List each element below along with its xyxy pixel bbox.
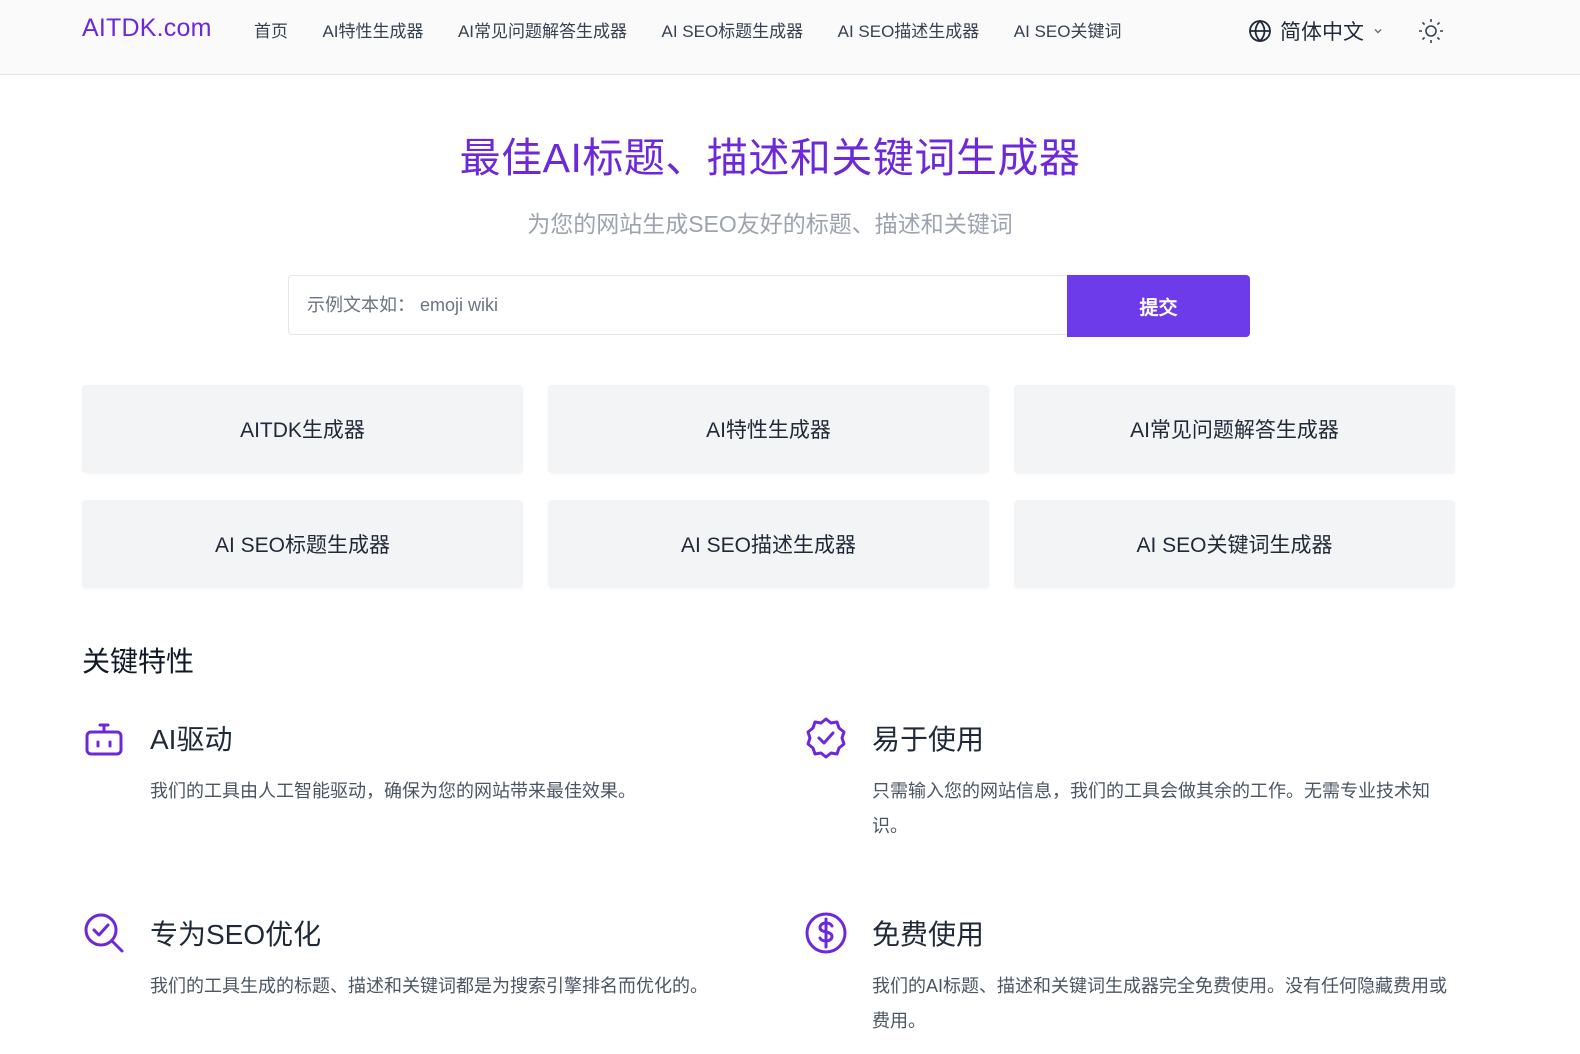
- nav-item-seo-description-generator[interactable]: AI SEO描述生成器: [838, 18, 980, 46]
- page-subtitle: 为您的网站生成SEO友好的标题、描述和关键词: [527, 211, 1013, 237]
- feature-title: 免费使用: [872, 919, 985, 950]
- nav-item-seo-keyword-generator[interactable]: AI SEO关键词: [1014, 18, 1122, 46]
- card-seo-description-generator[interactable]: AI SEO描述生成器: [548, 500, 989, 588]
- search-form: 提交: [288, 275, 1250, 337]
- card-seo-keyword-generator[interactable]: AI SEO关键词生成器: [1014, 500, 1455, 588]
- site-header: AITDK.com 首页 AI特性生成器 AI常见问题解答生成器 AI SEO标…: [0, 0, 1580, 75]
- card-seo-title-generator[interactable]: AI SEO标题生成器: [82, 500, 523, 588]
- feature-description: 我们的工具由人工智能驱动，确保为您的网站带来最佳效果。: [150, 781, 636, 801]
- submit-button[interactable]: 提交: [1067, 275, 1250, 337]
- sun-icon[interactable]: [1416, 16, 1446, 46]
- nav-item-feature-generator[interactable]: AI特性生成器: [322, 18, 423, 46]
- card-faq-generator[interactable]: AI常见问题解答生成器: [1014, 385, 1455, 473]
- search-check-icon: [84, 913, 124, 953]
- dollar-icon: [805, 912, 847, 954]
- language-label: 简体中文: [1280, 21, 1364, 44]
- chevron-down-icon: [1374, 28, 1382, 34]
- robot-icon: [85, 723, 123, 756]
- feature-description: 我们的AI标题、描述和关键词生成器完全免费使用。没有任何隐藏费用或费用。: [872, 976, 1448, 1031]
- search-input[interactable]: [288, 275, 1067, 335]
- language-selector[interactable]: 简体中文: [1248, 16, 1384, 46]
- feature-title: 易于使用: [872, 724, 985, 755]
- card-aitdk-generator[interactable]: AITDK生成器: [82, 385, 523, 473]
- page-title: 最佳AI标题、描述和关键词生成器: [459, 135, 1081, 181]
- feature-title: AI驱动: [150, 724, 233, 755]
- main-nav: 首页 AI特性生成器 AI常见问题解答生成器 AI SEO标题生成器 AI SE…: [254, 18, 1218, 46]
- site-logo[interactable]: AITDK.com: [82, 14, 212, 43]
- nav-item-seo-title-generator[interactable]: AI SEO标题生成器: [661, 18, 803, 46]
- feature-description: 我们的工具生成的标题、描述和关键词都是为搜索引擎排名而优化的。: [150, 976, 708, 996]
- badge-check-icon: [806, 717, 846, 759]
- nav-item-faq-generator[interactable]: AI常见问题解答生成器: [458, 18, 627, 46]
- feature-title: 专为SEO优化: [150, 919, 322, 950]
- nav-item-home[interactable]: 首页: [254, 18, 288, 46]
- feature-description: 只需输入您的网站信息，我们的工具会做其余的工作。无需专业技术知识。: [872, 781, 1430, 836]
- section-title: 关键特性: [82, 646, 195, 677]
- card-feature-generator[interactable]: AI特性生成器: [548, 385, 989, 473]
- globe-icon: [1249, 19, 1271, 43]
